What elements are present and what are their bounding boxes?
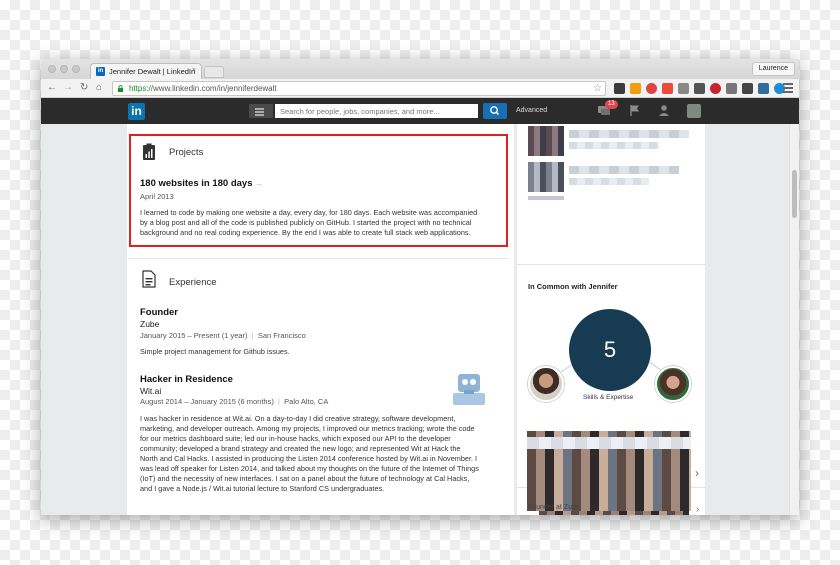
search-icon bbox=[490, 106, 500, 116]
scrollbar-thumb[interactable] bbox=[792, 170, 797, 218]
tab-title: Jennifer Dewalt | LinkedIn bbox=[109, 67, 196, 76]
browser-menu-icon[interactable] bbox=[783, 83, 793, 93]
search-input[interactable] bbox=[275, 104, 478, 118]
new-tab-button[interactable] bbox=[204, 66, 224, 78]
jennifer-avatar[interactable] bbox=[655, 366, 691, 402]
tab-close-icon[interactable]: × bbox=[192, 67, 196, 74]
address-bar[interactable]: https://www.linkedin.com/in/jenniferdewa… bbox=[112, 81, 606, 96]
viewer-avatar[interactable] bbox=[528, 366, 564, 402]
section-divider bbox=[129, 258, 508, 259]
reload-icon[interactable]: ↻ bbox=[80, 82, 88, 94]
job-dates-location: August 2014 – January 2015 (6 months) | … bbox=[140, 397, 329, 406]
project-description-line: background and no real coding experience… bbox=[140, 228, 471, 237]
buffer-extension-icon[interactable] bbox=[614, 83, 625, 94]
job-description-line: marketing, and developer outreach. Among… bbox=[140, 424, 475, 433]
linkedin-logo-icon[interactable]: in bbox=[128, 103, 145, 120]
experience-document-icon bbox=[142, 270, 156, 288]
pinterest-extension-icon[interactable] bbox=[710, 83, 721, 94]
url-scheme: https:// bbox=[129, 84, 154, 93]
extension-icon[interactable] bbox=[678, 83, 689, 94]
add-connections-icon[interactable] bbox=[658, 104, 672, 117]
connection-name-blurred bbox=[569, 166, 679, 174]
job-description-line: I was hacker in residence at Wit.ai. On … bbox=[140, 414, 456, 423]
job-description-line: was lead off speaker for Listen 2014, an… bbox=[140, 464, 479, 473]
job-description-line: community; developed a brand strategy an… bbox=[140, 444, 461, 453]
tab-bar: in Jennifer Dewalt | LinkedIn × Laurence bbox=[41, 59, 799, 79]
project-title-link[interactable]: 180 websites in 180 days bbox=[140, 178, 252, 189]
shared-skills-count[interactable]: 5 bbox=[569, 309, 651, 391]
job-description-line: (IoT) and the necessity of new interface… bbox=[140, 474, 470, 483]
connection-headline-blurred bbox=[569, 142, 659, 149]
wit-robot-logo-icon bbox=[453, 374, 485, 405]
evernote-extension-icon[interactable] bbox=[726, 83, 737, 94]
minimize-window-button[interactable] bbox=[60, 65, 68, 73]
analytics-extension-icon[interactable] bbox=[630, 83, 641, 94]
company-name[interactable]: Zube bbox=[140, 319, 159, 329]
gmail-extension-icon[interactable] bbox=[662, 83, 673, 94]
home-icon[interactable]: ⌂ bbox=[96, 82, 102, 94]
extension-icon[interactable] bbox=[646, 83, 657, 94]
search-button[interactable] bbox=[483, 103, 507, 119]
extension-icon[interactable] bbox=[742, 83, 753, 94]
close-window-button[interactable] bbox=[48, 65, 56, 73]
bookmark-star-icon[interactable]: ☆ bbox=[593, 82, 602, 95]
carousel-caption: Founder at Zube bbox=[528, 504, 580, 511]
job-description-line: for our metrics dashboard suite; led our… bbox=[140, 434, 451, 443]
back-arrow-icon[interactable]: ← bbox=[47, 82, 57, 94]
job-dates: January 2015 – Present (1 year) bbox=[140, 331, 248, 340]
job-description-line: and I gave a Node.js / Wit.ai tutorial l… bbox=[140, 484, 385, 493]
project-description-line: by a blog post and all of the code is pu… bbox=[140, 218, 472, 227]
search-category-dropdown[interactable] bbox=[249, 104, 273, 118]
linkedin-header: in Advanced 13 bbox=[41, 98, 799, 124]
carousel-next-icon[interactable]: › bbox=[695, 466, 699, 480]
tab-linkedin[interactable]: in Jennifer Dewalt | LinkedIn × bbox=[90, 63, 202, 79]
advanced-search-link[interactable]: Advanced bbox=[516, 107, 547, 114]
external-link-icon[interactable]: → bbox=[255, 179, 263, 188]
job-location: San Francisco bbox=[257, 331, 306, 340]
linkedin-favicon-icon: in bbox=[96, 67, 105, 76]
job-location: Palo Alto, CA bbox=[284, 397, 329, 406]
connection-headline-blurred bbox=[569, 178, 649, 185]
connection-thumbnail[interactable] bbox=[528, 162, 564, 192]
connection-thumbnail[interactable] bbox=[528, 126, 564, 156]
projects-section-title: Projects bbox=[169, 147, 204, 158]
flag-icon[interactable] bbox=[628, 104, 642, 117]
connection-name-blurred bbox=[569, 130, 689, 138]
company-name[interactable]: Wit.ai bbox=[140, 386, 161, 396]
job-description-line: North and Cal Hacks. I assisted in produ… bbox=[140, 454, 478, 463]
pocket-extension-icon[interactable] bbox=[694, 83, 705, 94]
job-title: Hacker in Residence bbox=[140, 374, 233, 385]
project-date: April 2013 bbox=[140, 192, 174, 201]
job-title: Founder bbox=[140, 307, 178, 318]
browser-toolbar: ← → ↻ ⌂ https://www.linkedin.com/in/jenn… bbox=[41, 79, 799, 98]
experience-section-title: Experience bbox=[169, 277, 217, 288]
chevron-right-icon[interactable]: › bbox=[696, 504, 699, 515]
profile-avatar[interactable] bbox=[687, 104, 701, 118]
messages-badge: 13 bbox=[605, 100, 618, 109]
sidebar-divider bbox=[517, 264, 705, 265]
lock-icon bbox=[117, 85, 124, 92]
maximize-window-button[interactable] bbox=[72, 65, 80, 73]
job-dates: August 2014 – January 2015 (6 months) bbox=[140, 397, 274, 406]
shared-skills-label: Skills & Expertise bbox=[583, 394, 634, 401]
job-dates-location: January 2015 – Present (1 year) | San Fr… bbox=[140, 331, 306, 340]
people-carousel-header-blurred bbox=[527, 437, 691, 449]
project-description-line: I learned to code by making one website … bbox=[140, 208, 478, 217]
profile-button[interactable]: Laurence bbox=[751, 62, 795, 76]
in-common-title: In Common with Jennifer bbox=[528, 282, 618, 291]
job-description-line: Simple project management for Github iss… bbox=[140, 347, 290, 356]
forward-arrow-icon[interactable]: → bbox=[63, 82, 73, 94]
connection-thumbnail[interactable] bbox=[528, 196, 564, 200]
screenshot-extension-icon[interactable] bbox=[758, 83, 769, 94]
page-scrollbar[interactable] bbox=[789, 124, 799, 515]
projects-clipboard-icon bbox=[143, 143, 155, 160]
url-path: www.linkedin.com/in/jenniferdewalt bbox=[153, 84, 277, 93]
